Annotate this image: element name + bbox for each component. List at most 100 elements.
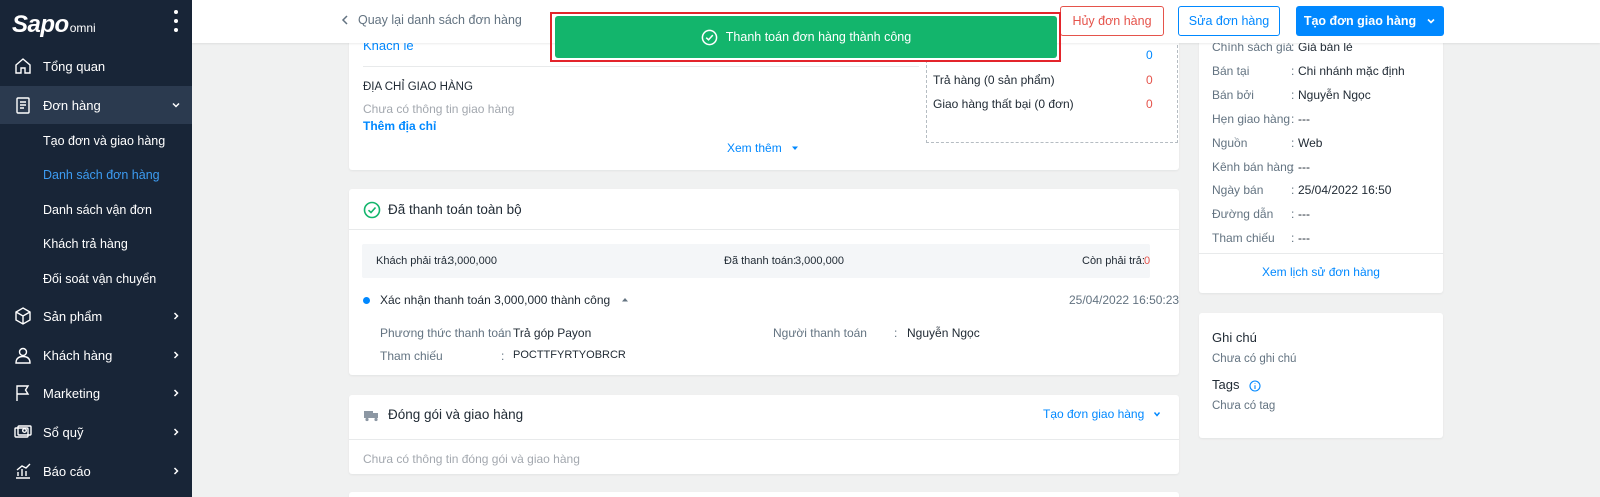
colon: : xyxy=(1291,231,1295,245)
flag-icon xyxy=(16,385,30,401)
sidebar-subitem-order-list[interactable]: Danh sách đơn hàng xyxy=(0,158,192,192)
sidebar-subitem-label: Khách trả hàng xyxy=(43,237,128,251)
colon: : xyxy=(1291,207,1295,221)
payer-label: Người thanh toán xyxy=(773,326,867,340)
sidebar-subitem-returns[interactable]: Khách trả hàng xyxy=(0,227,192,261)
success-toast: Thanh toán đơn hàng thành công xyxy=(555,16,1057,58)
info-row-label: Đường dẫn xyxy=(1212,207,1274,221)
payment-card: Đã thanh toán toàn bộ Khách phải trả: 3,… xyxy=(349,189,1179,375)
sidebar-subitem-label: Danh sách vận đơn xyxy=(43,203,152,217)
payment-status-title: Đã thanh toán toàn bộ xyxy=(388,202,522,217)
colon: : xyxy=(501,326,505,340)
colon: : xyxy=(501,349,505,363)
back-label: Quay lại danh sách đơn hàng xyxy=(358,13,522,27)
notes-empty-text[interactable]: Chưa có ghi chú xyxy=(1212,353,1296,365)
sidebar-item-label: Tổng quan xyxy=(43,58,106,74)
payer-value: Nguyễn Ngọc xyxy=(907,326,980,340)
info-row-label: Kênh bán hàng xyxy=(1212,160,1294,174)
info-row-label: Nguồn xyxy=(1212,136,1248,150)
info-row-label: Bán tại xyxy=(1212,64,1250,78)
sidebar-item-reports[interactable]: Báo cáo xyxy=(0,452,192,490)
package-truck-icon xyxy=(364,411,378,422)
sidebar-item-customers[interactable]: Khách hàng xyxy=(0,336,192,374)
sidebar-item-label: Đơn hàng xyxy=(43,97,101,113)
user-icon xyxy=(15,347,31,364)
colon: : xyxy=(1291,88,1295,102)
chevron-right-icon xyxy=(173,467,179,475)
logo-text: Sapo xyxy=(12,11,69,38)
info-row-label: Tham chiếu xyxy=(1212,231,1275,245)
sidebar: Sapo omni Tổng quan Đơn hàng Tạo đơn và … xyxy=(0,0,192,497)
payment-method-value: Trả góp Payon xyxy=(513,326,592,340)
shipping-card: Đóng gói và giao hàng Tạo đơn giao hàng … xyxy=(349,395,1179,474)
create-shipment-dropdown[interactable]: Tạo đơn giao hàng xyxy=(1043,407,1162,421)
must-pay-value: 3,000,000 xyxy=(448,255,497,267)
order-info-card: Chính sách giá : Giá bán lẻ Bán tại : Ch… xyxy=(1199,20,1443,293)
colon: : xyxy=(1291,160,1295,174)
stat-value: 0 xyxy=(1146,48,1153,62)
create-shipment-button[interactable]: Tạo đơn giao hàng xyxy=(1296,6,1444,36)
tags-empty-text[interactable]: Chưa có tag xyxy=(1212,400,1275,412)
sidebar-item-cashbook[interactable]: Sổ quỹ xyxy=(0,413,192,451)
chevron-left-icon xyxy=(341,15,348,25)
sidebar-item-marketing[interactable]: Marketing xyxy=(0,374,192,412)
sidebar-item-overview[interactable]: Tổng quan xyxy=(0,47,192,85)
payment-confirm-toggle[interactable]: Xác nhận thanh toán 3,000,000 thành công xyxy=(380,293,630,307)
tags-title: Tags xyxy=(1212,377,1240,392)
info-row-value: Web xyxy=(1298,136,1323,150)
divider xyxy=(349,439,1179,440)
notes-card: Ghi chú Chưa có ghi chú Tags Chưa có tag xyxy=(1199,313,1443,438)
edit-order-button[interactable]: Sửa đơn hàng xyxy=(1178,6,1280,36)
divider xyxy=(349,229,1179,230)
check-circle-icon xyxy=(363,201,381,219)
colon: : xyxy=(1291,64,1295,78)
sidebar-item-products[interactable]: Sản phẩm xyxy=(0,297,192,335)
sapo-logo[interactable]: Sapo omni xyxy=(12,8,96,38)
next-card xyxy=(349,492,1179,497)
colon: : xyxy=(1291,112,1295,126)
info-row-value: 25/04/2022 16:50 xyxy=(1298,183,1392,197)
create-shipment-button-label: Tạo đơn giao hàng xyxy=(1303,14,1417,28)
toast-message: Thanh toán đơn hàng thành công xyxy=(725,30,912,44)
timeline-dot xyxy=(363,297,370,304)
check-circle-icon xyxy=(701,29,718,45)
stat-returns-label: Trả hàng (0 sản phẩm) xyxy=(933,73,1055,87)
remaining-label: Còn phải trả: xyxy=(1082,255,1145,267)
back-to-orders-link[interactable]: Quay lại danh sách đơn hàng xyxy=(340,13,522,27)
add-address-link[interactable]: Thêm địa chỉ xyxy=(363,119,436,133)
edit-order-label: Sửa đơn hàng xyxy=(1188,14,1270,28)
see-more-toggle[interactable]: Xem thêm xyxy=(727,141,800,155)
chevron-right-icon xyxy=(173,389,179,397)
colon: : xyxy=(1291,183,1295,197)
info-row-value: Chi nhánh mặc định xyxy=(1298,64,1405,78)
address-heading: ĐỊA CHỈ GIAO HÀNG xyxy=(363,81,473,93)
sidebar-item-label: Sổ quỹ xyxy=(43,424,84,440)
more-menu-icon[interactable] xyxy=(172,10,180,32)
create-shipment-label: Tạo đơn giao hàng xyxy=(1043,407,1145,421)
chart-icon xyxy=(16,463,31,479)
sidebar-item-label: Khách hàng xyxy=(43,347,113,363)
sidebar-subitem-label: Đối soát vận chuyển xyxy=(43,272,157,286)
sidebar-item-orders[interactable]: Đơn hàng xyxy=(0,86,192,124)
cancel-order-label: Hủy đơn hàng xyxy=(1072,14,1152,28)
sidebar-subitem-shipments[interactable]: Danh sách vận đơn xyxy=(0,193,192,227)
payment-method-label: Phương thức thanh toán xyxy=(380,326,512,340)
info-row-label: Ngày bán xyxy=(1212,183,1264,197)
sidebar-item-label: Báo cáo xyxy=(43,463,91,479)
sidebar-subitem-reconciliation[interactable]: Đối soát vận chuyển xyxy=(0,262,192,296)
cancel-order-button[interactable]: Hủy đơn hàng xyxy=(1060,6,1164,36)
chevron-down-icon xyxy=(1154,412,1161,417)
sidebar-subitem-create-order[interactable]: Tạo đơn và giao hàng xyxy=(0,124,192,158)
payment-ref-value: POCTTFYRTYOBRCR xyxy=(513,349,626,361)
home-icon xyxy=(15,58,31,74)
chevron-right-icon xyxy=(173,351,179,359)
info-row-value: Nguyễn Ngọc xyxy=(1298,88,1371,102)
info-icon[interactable] xyxy=(1249,380,1261,392)
chevron-right-icon xyxy=(173,312,179,320)
order-history-link[interactable]: Xem lịch sử đơn hàng xyxy=(1262,265,1380,279)
paid-value: 3,000,000 xyxy=(795,255,844,267)
chevron-down-icon xyxy=(1427,18,1435,24)
payment-confirm-text: Xác nhận thanh toán 3,000,000 thành công xyxy=(380,293,611,307)
info-row-label: Bán bởi xyxy=(1212,88,1254,102)
divider xyxy=(1199,253,1443,254)
